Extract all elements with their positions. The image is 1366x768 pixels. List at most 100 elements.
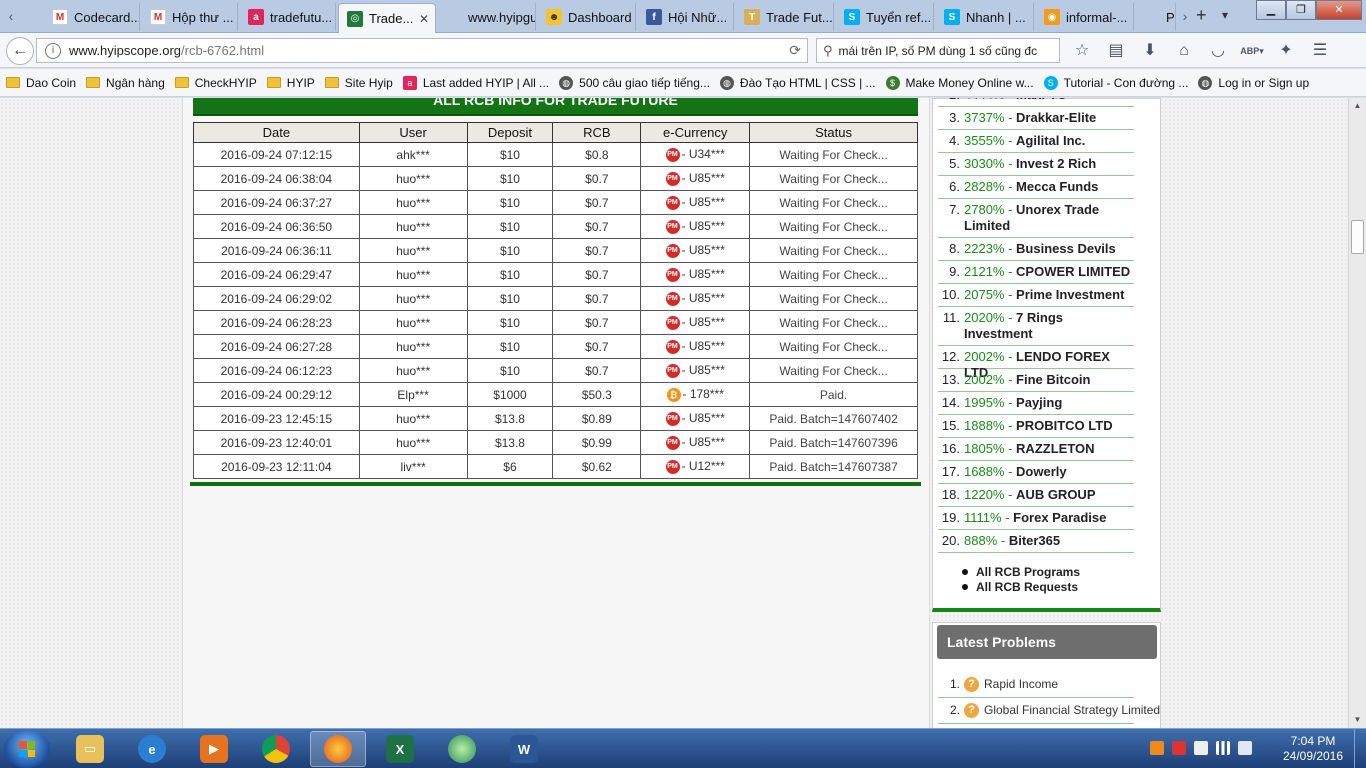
- bookmark-3[interactable]: CheckHYIP: [174, 76, 257, 90]
- restore-button[interactable]: ❐: [1286, 0, 1316, 20]
- program-name[interactable]: Fine Bitcoin: [1016, 372, 1090, 387]
- bookmark-7[interactable]: ◍ 500 câu giao tiếp tiếng...: [559, 75, 710, 90]
- program-name[interactable]: Payjing: [1016, 395, 1062, 410]
- tab-scroll-right-icon[interactable]: ›: [1176, 6, 1194, 26]
- top-program-item[interactable]: 9. 2121% - CPOWER LIMITED: [938, 261, 1134, 284]
- program-name[interactable]: Business Devils: [1016, 241, 1116, 256]
- top-program-item[interactable]: 8. 2223% - Business Devils: [938, 238, 1134, 261]
- tab-scroll-left-icon[interactable]: ‹: [2, 6, 20, 26]
- tray-shield-icon[interactable]: [1172, 741, 1186, 755]
- top-program-item[interactable]: 12. 2002% - LENDO FOREX LTD: [938, 346, 1134, 380]
- network-icon[interactable]: [1216, 741, 1230, 755]
- url-bar[interactable]: i www.hyipscope.org/rcb-6762.html ⟳: [36, 38, 808, 63]
- top-program-item[interactable]: 14. 1995% - Payjing: [938, 392, 1134, 415]
- downloads-icon[interactable]: ⬇: [1138, 39, 1162, 63]
- page-scrollbar[interactable]: ▲ ▼: [1348, 98, 1366, 728]
- site-info-icon[interactable]: i: [45, 42, 61, 59]
- tray-app-icon[interactable]: [1150, 741, 1164, 755]
- top-program-item[interactable]: 5. 3030% - Invest 2 Rich: [938, 153, 1134, 176]
- tab-9[interactable]: S Tuyển ref...: [836, 3, 934, 31]
- program-name[interactable]: Invest 2 Rich: [1016, 156, 1096, 171]
- tab-10[interactable]: S Nhanh | ...: [936, 3, 1034, 31]
- taskbar-ie[interactable]: e: [124, 731, 180, 767]
- bookmark-4[interactable]: HYIP: [266, 76, 315, 90]
- program-name[interactable]: CPOWER LIMITED: [1016, 264, 1130, 279]
- problem-name[interactable]: Global Financial Strategy Limited: [984, 703, 1160, 717]
- taskbar-firefox[interactable]: [310, 731, 366, 767]
- bookmark-2[interactable]: Ngân hàng: [86, 76, 165, 90]
- top-program-item[interactable]: 4. 3555% - Agilital Inc.: [938, 130, 1134, 153]
- top-program-item[interactable]: 3. 3737% - Drakkar-Elite: [938, 107, 1134, 130]
- new-tab-icon[interactable]: +: [1196, 5, 1207, 26]
- problem-name[interactable]: Rapid Income: [984, 677, 1058, 691]
- program-name[interactable]: Drakkar-Elite: [1016, 110, 1096, 125]
- top-program-item[interactable]: 6. 2828% - Mecca Funds: [938, 176, 1134, 199]
- program-name[interactable]: Agilital Inc.: [1016, 133, 1085, 148]
- tab-6[interactable]: ☻ Dashboard: [538, 3, 636, 31]
- volume-icon[interactable]: [1238, 741, 1252, 755]
- extension-icon[interactable]: ✦: [1274, 39, 1298, 63]
- tab-7[interactable]: f Hội Nhữ...: [638, 3, 734, 31]
- taskbar-app-circle[interactable]: [434, 731, 490, 767]
- bookmark-5[interactable]: Site Hyip: [324, 76, 393, 90]
- program-name[interactable]: Prime Investment: [1016, 287, 1124, 302]
- taskbar-excel[interactable]: X: [372, 731, 428, 767]
- taskbar-explorer[interactable]: ▭: [62, 731, 118, 767]
- tab-12[interactable]: Perfe: [1136, 3, 1176, 31]
- tab-2[interactable]: M Hộp thư ...: [142, 3, 238, 31]
- tab-1[interactable]: M Codecard...: [44, 3, 140, 31]
- tab-11[interactable]: ◉ informal-...: [1036, 3, 1134, 31]
- menu-icon[interactable]: ☰: [1308, 39, 1332, 63]
- show-desktop-button[interactable]: [1354, 729, 1366, 768]
- bookmark-10[interactable]: S Tutorial - Con đường ...: [1043, 75, 1188, 90]
- top-program-item[interactable]: 18. 1220% - AUB GROUP: [938, 484, 1134, 507]
- top-program-item[interactable]: 19. 1111% - Forex Paradise: [938, 507, 1134, 530]
- program-name[interactable]: RAZZLETON: [1016, 441, 1094, 456]
- all-rcb-programs-link[interactable]: All RCB Programs: [962, 565, 1080, 580]
- taskbar-media[interactable]: ▶: [186, 731, 242, 767]
- taskbar-clock[interactable]: 7:04 PM 24/09/2016: [1278, 734, 1348, 764]
- adblock-icon[interactable]: ABP▾: [1240, 39, 1264, 63]
- top-program-item[interactable]: 7. 2780% - Unorex Trade Limited: [938, 199, 1134, 238]
- tab-8[interactable]: T Trade Fut...: [736, 3, 834, 31]
- search-input[interactable]: mái trên IP, số PM dùng 1 số cũng đc: [839, 44, 1038, 58]
- bookmark-11[interactable]: ◍ Log in or Sign up: [1198, 75, 1309, 90]
- program-name[interactable]: Biter365: [1009, 533, 1060, 548]
- program-name[interactable]: AUB GROUP: [1016, 487, 1095, 502]
- scroll-down-icon[interactable]: ▼: [1349, 712, 1366, 728]
- home-icon[interactable]: ⌂: [1172, 39, 1196, 63]
- bookmark-1[interactable]: Dao Coin: [6, 76, 76, 90]
- top-program-item[interactable]: 10. 2075% - Prime Investment: [938, 284, 1134, 307]
- program-name[interactable]: Dowerly: [1016, 464, 1067, 479]
- scroll-up-icon[interactable]: ▲: [1349, 98, 1366, 114]
- tab-4[interactable]: ◎ Trade... ✕: [338, 3, 436, 33]
- start-button[interactable]: [4, 730, 50, 768]
- top-program-item[interactable]: 2. 4444% - MaxFTO: [938, 98, 1134, 107]
- problem-item[interactable]: 2.? Global Financial Strategy Limited: [938, 698, 1160, 724]
- program-name[interactable]: MaxFTO: [1016, 98, 1067, 102]
- close-window-button[interactable]: ✕: [1316, 0, 1362, 20]
- bookmark-star-icon[interactable]: ☆: [1070, 39, 1094, 63]
- taskbar-word[interactable]: W: [496, 731, 552, 767]
- top-program-item[interactable]: 16. 1805% - RAZZLETON: [938, 438, 1134, 461]
- back-button[interactable]: ←: [6, 37, 34, 65]
- reload-icon[interactable]: ⟳: [789, 42, 801, 59]
- top-program-item[interactable]: 13. 2002% - Fine Bitcoin: [938, 369, 1134, 392]
- top-program-item[interactable]: 20. 888% - Biter365: [938, 530, 1134, 553]
- close-tab-icon[interactable]: ✕: [419, 12, 429, 26]
- program-name[interactable]: Mecca Funds: [1016, 179, 1098, 194]
- top-program-item[interactable]: 17. 1688% - Dowerly: [938, 461, 1134, 484]
- bookmark-8[interactable]: ◍ Đào Tạo HTML | CSS | ...: [719, 75, 876, 90]
- top-program-item[interactable]: 15. 1888% - PROBITCO LTD: [938, 415, 1134, 438]
- reading-list-icon[interactable]: ▤: [1104, 39, 1128, 63]
- scroll-thumb[interactable]: [1351, 220, 1364, 254]
- search-bar[interactable]: ⚲ mái trên IP, số PM dùng 1 số cũng đc: [816, 38, 1060, 63]
- bookmark-6[interactable]: a Last added HYIP | All ...: [402, 75, 549, 90]
- tray-flag-icon[interactable]: [1194, 741, 1208, 755]
- top-program-item[interactable]: 11. 2020% - 7 Rings Investment: [938, 307, 1134, 346]
- tab-3[interactable]: a tradefutu...: [240, 3, 336, 31]
- minimize-button[interactable]: ▁: [1256, 0, 1286, 20]
- all-rcb-requests-link[interactable]: All RCB Requests: [962, 580, 1080, 595]
- tab-5[interactable]: www.hyipgua...: [438, 3, 536, 31]
- bookmark-9[interactable]: $ Make Money Online w...: [885, 75, 1034, 90]
